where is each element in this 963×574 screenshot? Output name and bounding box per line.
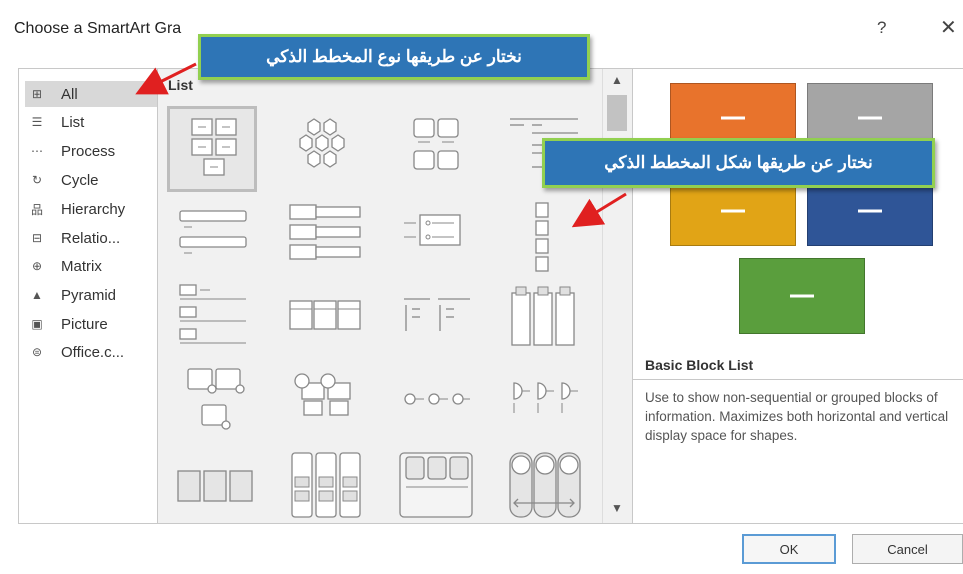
- preview-pane: Basic Block List Use to show non-sequent…: [632, 68, 963, 524]
- category-pyramid[interactable]: ▲ Pyramid: [29, 282, 154, 308]
- category-label: Office.c...: [61, 343, 125, 361]
- layout-circle-accent-list[interactable]: [282, 365, 366, 445]
- scroll-up-icon[interactable]: ▲: [611, 73, 623, 87]
- office-icon: ⊜: [31, 345, 43, 359]
- category-list-item[interactable]: ☰ List: [29, 109, 154, 135]
- layout-table-list[interactable]: [282, 281, 366, 361]
- matrix-icon: ⊕: [31, 259, 43, 273]
- category-process[interactable]: ⋯ Process: [29, 138, 154, 164]
- layout-hexagon-cluster[interactable]: [282, 109, 366, 189]
- layout-pie-accent-list[interactable]: [502, 365, 586, 445]
- dialog-title: Choose a SmartArt Gra: [14, 20, 182, 37]
- layout-vertical-block-list[interactable]: [502, 197, 586, 277]
- ok-button[interactable]: OK: [742, 534, 836, 564]
- layout-chevron-list[interactable]: [170, 447, 254, 527]
- category-label: Matrix: [61, 257, 102, 275]
- cycle-icon: ↻: [31, 173, 43, 187]
- category-hierarchy[interactable]: 品 Hierarchy: [29, 196, 154, 222]
- layout-bracket-list[interactable]: [394, 281, 478, 361]
- layout-grouped-blocks[interactable]: [394, 109, 478, 189]
- picture-icon: ▣: [31, 317, 43, 331]
- all-icon: ⊞: [31, 87, 43, 101]
- layout-horizontal-bullet-list[interactable]: [170, 281, 254, 361]
- layout-stacked-list[interactable]: [282, 197, 366, 277]
- category-list: ⊞ All ☰ List ⋯ Process ↻ Cycle 品 Hierarc…: [18, 68, 159, 524]
- smartart-dialog: Choose a SmartArt Gra ? ✕ ⊞ All ☰ List ⋯…: [0, 0, 963, 574]
- scroll-down-icon[interactable]: ▼: [611, 501, 623, 515]
- pyramid-icon: ▲: [31, 288, 43, 302]
- layout-arrow-circle-list[interactable]: [502, 447, 586, 527]
- layout-trapezoid-list[interactable]: [394, 197, 478, 277]
- category-all[interactable]: ⊞ All: [25, 81, 159, 107]
- layout-segmented-list[interactable]: [282, 447, 366, 527]
- layout-square-accent-list[interactable]: [394, 447, 478, 527]
- category-label: Pyramid: [61, 286, 117, 304]
- gallery-header: List: [168, 77, 193, 93]
- category-office[interactable]: ⊜ Office.c...: [29, 339, 154, 365]
- category-label: Cycle: [61, 171, 99, 189]
- category-label: All: [61, 85, 78, 103]
- preview-block: [739, 258, 865, 334]
- relationship-icon: ⊟: [31, 231, 43, 245]
- type-annotation-text: نختار عن طريقها نوع المخطط الذكي: [266, 47, 522, 66]
- scroll-thumb[interactable]: [607, 95, 627, 131]
- category-relationship[interactable]: ⊟ Relatio...: [29, 225, 154, 251]
- cancel-button[interactable]: Cancel: [852, 534, 963, 564]
- layout-basic-block-list[interactable]: [167, 106, 257, 192]
- process-icon: ⋯: [31, 144, 43, 158]
- list-icon: ☰: [31, 115, 43, 129]
- layout-tab-list[interactable]: [502, 281, 586, 361]
- layout-picture-accent-list[interactable]: [170, 365, 254, 445]
- category-label: Hierarchy: [61, 200, 126, 218]
- shape-annotation-callout: نختار عن طريقها شكل المخطط الذكي: [542, 138, 935, 188]
- shape-annotation-text: نختار عن طريقها شكل المخطط الذكي: [604, 153, 873, 172]
- type-annotation-callout: نختار عن طريقها نوع المخطط الذكي: [198, 34, 590, 80]
- help-button[interactable]: ?: [877, 18, 886, 38]
- category-picture[interactable]: ▣ Picture: [29, 311, 154, 337]
- category-label: List: [61, 113, 85, 131]
- close-icon[interactable]: ✕: [940, 15, 957, 40]
- layout-name: Basic Block List: [645, 357, 754, 373]
- layout-preview: [633, 69, 963, 349]
- category-label: Process: [61, 142, 116, 160]
- hierarchy-icon: 品: [30, 202, 43, 217]
- description-box: Use to show non-sequential or grouped bl…: [633, 379, 963, 524]
- category-cycle[interactable]: ↻ Cycle: [29, 167, 154, 193]
- category-matrix[interactable]: ⊕ Matrix: [29, 253, 154, 279]
- layout-vertical-bullet-list[interactable]: [170, 197, 254, 277]
- layout-gallery: List ▲ ▼: [157, 68, 633, 524]
- layout-dotted-process[interactable]: [394, 365, 478, 445]
- layout-description: Use to show non-sequential or grouped bl…: [645, 390, 949, 443]
- category-label: Relatio...: [61, 229, 121, 247]
- category-label: Picture: [61, 315, 108, 333]
